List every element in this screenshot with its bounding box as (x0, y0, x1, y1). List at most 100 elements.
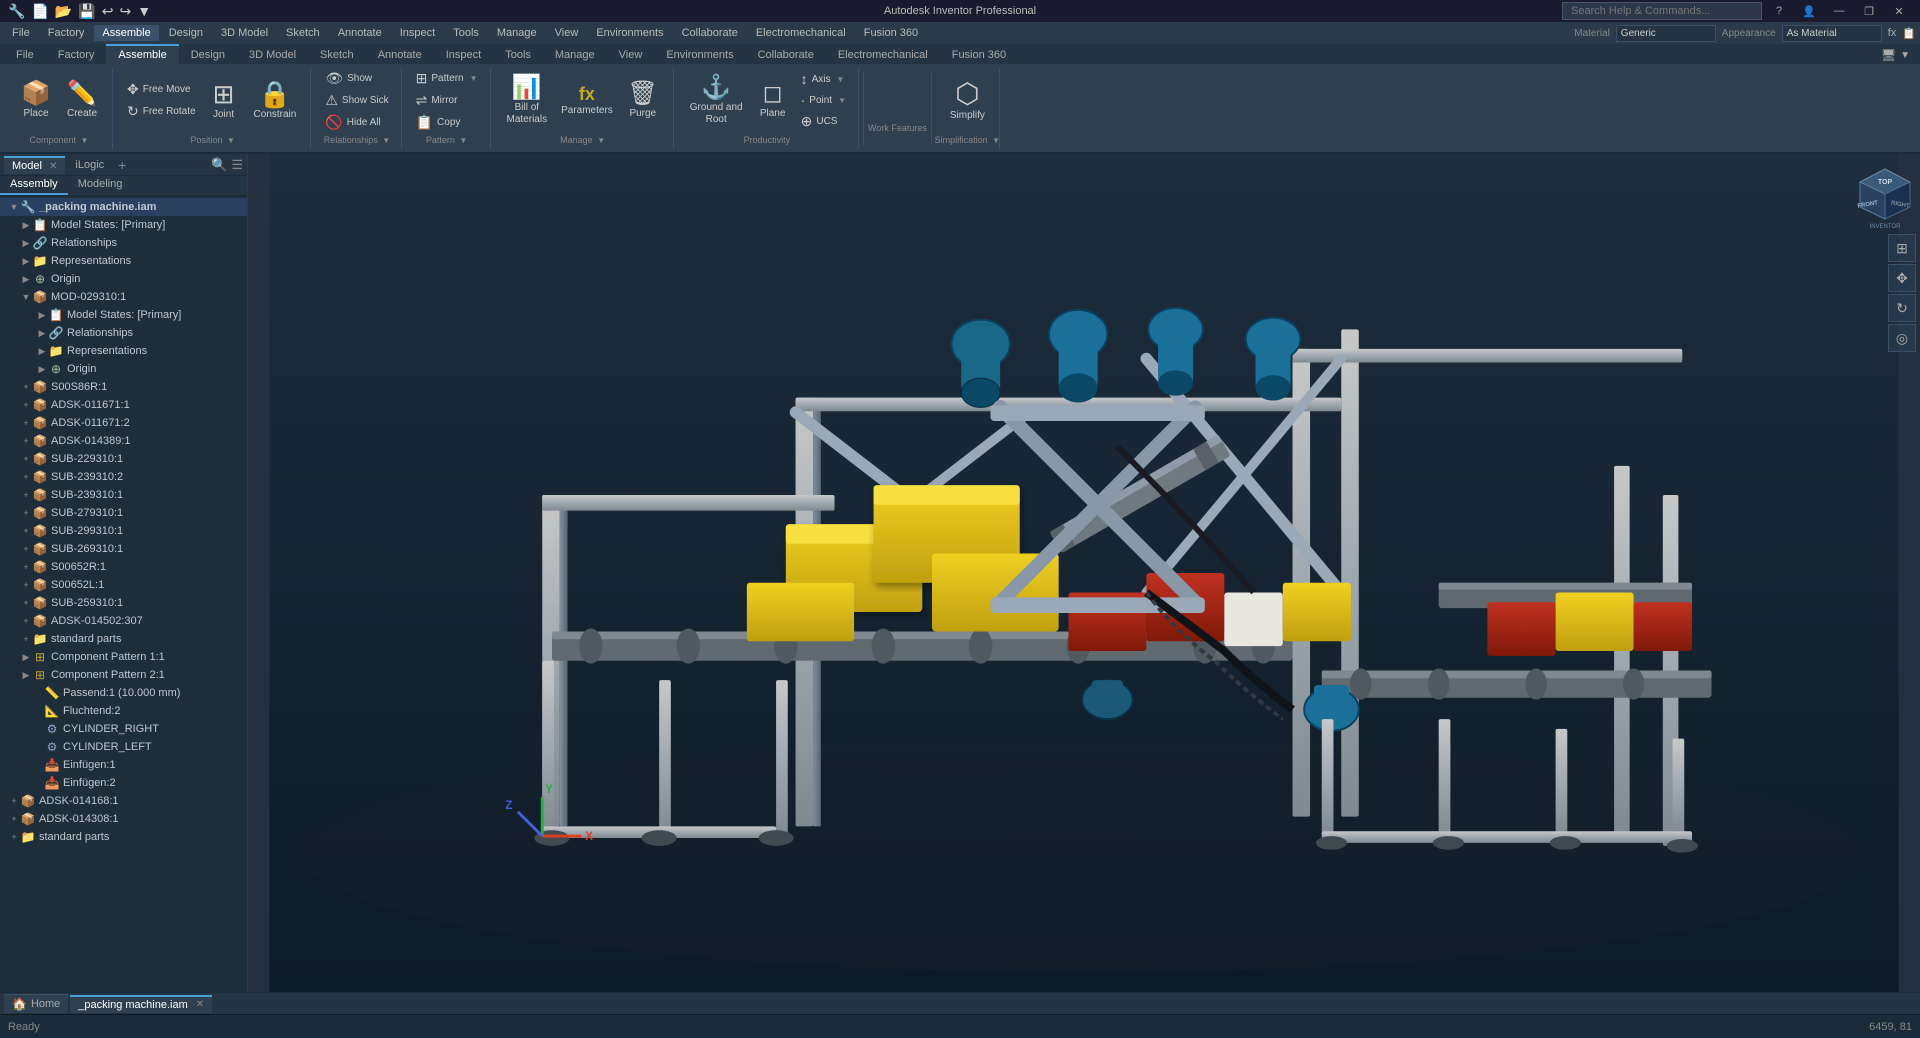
sub229310-1-expand[interactable]: + (20, 454, 32, 464)
viewcube[interactable]: TOP FRONT RIGHT INVENTOR (1850, 164, 1910, 224)
menu-manage[interactable]: Manage (489, 25, 545, 41)
help-search-input[interactable] (1562, 2, 1762, 20)
tree-item-origin-2[interactable]: ▶ ⊕ Origin (0, 360, 247, 378)
tree-item-representations-2[interactable]: ▶ 📁 Representations (0, 342, 247, 360)
quick-access-open[interactable]: 📂 (55, 3, 72, 20)
bill-of-materials-button[interactable]: 📊 Bill ofMaterials (501, 72, 554, 130)
relationships-expand[interactable]: ▶ (20, 238, 32, 249)
help-button[interactable]: ? (1766, 2, 1792, 20)
menu-file[interactable]: File (4, 25, 38, 41)
sub239310-2-expand[interactable]: + (20, 472, 32, 482)
ribbon-tab-tools[interactable]: Tools (493, 45, 543, 64)
model-tab-model[interactable]: Model ✕ (4, 156, 65, 174)
tree-item-cylinder-left[interactable]: ⚙ CYLINDER_LEFT (0, 738, 247, 756)
tree-item-origin[interactable]: ▶ ⊕ Origin (0, 270, 247, 288)
joint-button[interactable]: ⊞ Joint (202, 77, 246, 125)
display-settings-btn[interactable]: 🖥 (1881, 48, 1896, 62)
assembly-tab[interactable]: Assembly (0, 176, 68, 195)
adsk014502-expand[interactable]: + (20, 616, 32, 626)
s00652l-expand[interactable]: + (20, 580, 32, 590)
mod029310-expand[interactable]: ▼ (20, 292, 32, 302)
create-button[interactable]: ✏️ Create (60, 78, 104, 124)
place-button[interactable]: 📦 Place (14, 78, 58, 124)
search-icon[interactable]: 🔍 (211, 157, 227, 173)
tree-item-standard-parts-2[interactable]: + 📁 standard parts (0, 828, 247, 846)
ribbon-tab-sketch[interactable]: Sketch (308, 45, 366, 64)
menu-view[interactable]: View (547, 25, 587, 41)
sub259310-expand[interactable]: + (20, 598, 32, 608)
formula-icon[interactable]: fx (1888, 27, 1897, 39)
origin-expand[interactable]: ▶ (20, 274, 32, 285)
root-expand-icon[interactable]: ▼ (8, 202, 20, 212)
hide-all-button[interactable]: 🚫 Hide All (321, 112, 392, 133)
ribbon-tab-factory[interactable]: Factory (46, 45, 107, 64)
close-button[interactable]: ✕ (1886, 2, 1912, 20)
material-dropdown[interactable]: Generic (1616, 25, 1716, 42)
standard-parts-1-expand[interactable]: + (20, 634, 32, 644)
tree-item-adsk011671-2[interactable]: + 📦 ADSK-011671:2 (0, 414, 247, 432)
ribbon-tab-file[interactable]: File (4, 45, 46, 64)
look-at-button[interactable]: ◎ (1888, 324, 1916, 352)
tree-item-sub229310-1[interactable]: + 📦 SUB-229310:1 (0, 450, 247, 468)
model-tab-add[interactable]: + (114, 157, 130, 173)
free-rotate-button[interactable]: ↻ Free Rotate (123, 101, 200, 122)
tree-item-sub239310-2[interactable]: + 📦 SUB-239310:2 (0, 468, 247, 486)
tree-item-representations[interactable]: ▶ 📁 Representations (0, 252, 247, 270)
purge-button[interactable]: 🗑 Purge (621, 78, 665, 124)
quick-access-undo[interactable]: ↩ (102, 3, 114, 20)
tree-item-comp-pattern-1[interactable]: ▶ ⊞ Component Pattern 1:1 (0, 648, 247, 666)
pattern-button[interactable]: ⊞ Pattern ▼ (412, 68, 482, 89)
ribbon-tab-electromechanical[interactable]: Electromechanical (826, 45, 940, 64)
menu-tools[interactable]: Tools (445, 25, 487, 41)
tree-item-model-states[interactable]: ▶ 📋 Model States: [Primary] (0, 216, 247, 234)
tab-close-icon[interactable]: ✕ (196, 999, 204, 1010)
ribbon-tab-3dmodel[interactable]: 3D Model (237, 45, 308, 64)
tab-packing-machine[interactable]: _packing machine.iam ✕ (70, 995, 212, 1013)
menu-annotate[interactable]: Annotate (330, 25, 390, 41)
tree-item-comp-pattern-2[interactable]: ▶ ⊞ Component Pattern 2:1 (0, 666, 247, 684)
maximize-button[interactable]: ❐ (1856, 2, 1882, 20)
tab-home[interactable]: 🏠 Home (4, 994, 68, 1013)
tree-item-sub269310[interactable]: + 📦 SUB-269310:1 (0, 540, 247, 558)
tree-item-model-states-2[interactable]: ▶ 📋 Model States: [Primary] (0, 306, 247, 324)
tree-item-standard-parts-1[interactable]: + 📁 standard parts (0, 630, 247, 648)
viewport-canvas[interactable]: X Y Z (248, 154, 1920, 992)
tree-item-relationships-2[interactable]: ▶ 🔗 Relationships (0, 324, 247, 342)
menu-electromechanical[interactable]: Electromechanical (748, 25, 854, 41)
ucs-button[interactable]: ⊕ UCS (797, 111, 850, 132)
ribbon-tab-assemble[interactable]: Assemble (106, 44, 178, 64)
s00s86r-expand[interactable]: + (20, 382, 32, 392)
orbit-button[interactable]: ↻ (1888, 294, 1916, 322)
tree-item-mod029310[interactable]: ▼ 📦 MOD-029310:1 (0, 288, 247, 306)
tree-item-relationships[interactable]: ▶ 🔗 Relationships (0, 234, 247, 252)
ribbon-tab-inspect[interactable]: Inspect (434, 45, 493, 64)
menu-design[interactable]: Design (161, 25, 211, 41)
representations-expand[interactable]: ▶ (20, 256, 32, 267)
sub269310-expand[interactable]: + (20, 544, 32, 554)
tree-item-sub279310[interactable]: + 📦 SUB-279310:1 (0, 504, 247, 522)
minimize-button[interactable]: — (1826, 2, 1852, 20)
sub299310-expand[interactable]: + (20, 526, 32, 536)
sub239310-1-expand[interactable]: + (20, 490, 32, 500)
quick-access-redo[interactable]: ↪ (119, 3, 131, 20)
s00652r-expand[interactable]: + (20, 562, 32, 572)
tree-menu-icon[interactable]: ☰ (231, 157, 243, 173)
ribbon-tab-view[interactable]: View (607, 45, 655, 64)
tree-item-adsk014389[interactable]: + 📦 ADSK-014389:1 (0, 432, 247, 450)
menu-environments[interactable]: Environments (588, 25, 671, 41)
free-move-button[interactable]: ✥ Free Move (123, 79, 200, 100)
ribbon-tab-fusion360[interactable]: Fusion 360 (940, 45, 1018, 64)
sub279310-expand[interactable]: + (20, 508, 32, 518)
extra-icon[interactable]: 📋 (1902, 27, 1916, 40)
ribbon-tab-collaborate[interactable]: Collaborate (746, 45, 826, 64)
adsk011671-1-expand[interactable]: + (20, 400, 32, 410)
ribbon-tab-manage[interactable]: Manage (543, 45, 607, 64)
tree-item-adsk011671-1[interactable]: + 📦 ADSK-011671:1 (0, 396, 247, 414)
tree-item-root[interactable]: ▼ 🔧 _packing machine.iam (0, 198, 247, 216)
constrain-button[interactable]: 🔒 Constrain (248, 77, 303, 125)
tree-item-einfugen-1[interactable]: 📥 Einfügen:1 (0, 756, 247, 774)
point-button[interactable]: · Point ▼ (797, 90, 850, 110)
model-states-2-expand[interactable]: ▶ (36, 310, 48, 321)
tree-item-sub239310-1[interactable]: + 📦 SUB-239310:1 (0, 486, 247, 504)
representations-2-expand[interactable]: ▶ (36, 346, 48, 357)
